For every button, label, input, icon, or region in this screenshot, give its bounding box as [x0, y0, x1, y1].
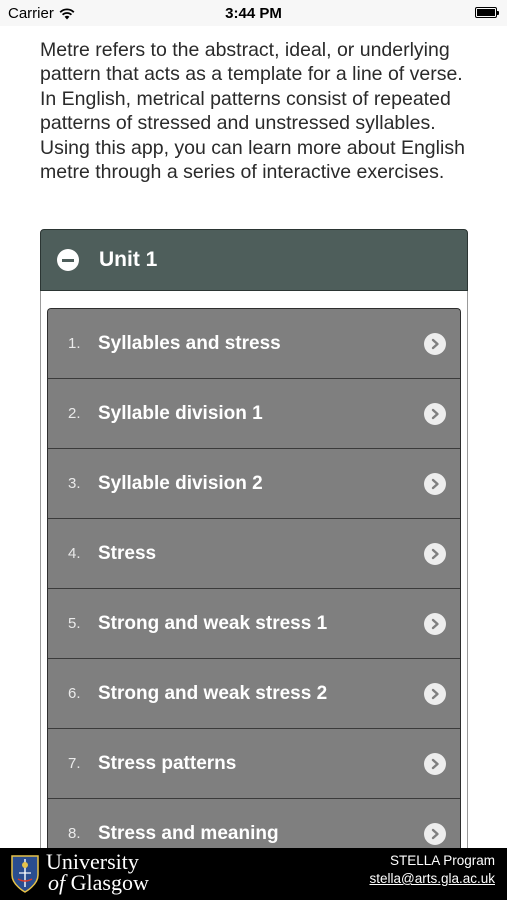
- chevron-right-icon[interactable]: [424, 542, 446, 565]
- lesson-item-8[interactable]: 8. Stress and meaning: [48, 799, 460, 848]
- chevron-right-icon[interactable]: [424, 472, 446, 495]
- lesson-number: 4.: [68, 545, 81, 562]
- chevron-right-icon[interactable]: [424, 752, 446, 775]
- lesson-label: Strong and weak stress 1: [98, 612, 328, 634]
- lesson-item-1[interactable]: 1. Syllables and stress: [48, 309, 460, 379]
- chevron-right-icon[interactable]: [424, 402, 446, 425]
- lesson-label: Strong and weak stress 2: [98, 682, 328, 704]
- lesson-number: 3.: [68, 475, 81, 492]
- status-time: 3:44 PM: [225, 5, 282, 22]
- lesson-item-4[interactable]: 4. Stress: [48, 519, 460, 589]
- intro-text: Metre refers to the abstract, ideal, or …: [40, 39, 465, 184]
- unit-title: Unit 1: [99, 248, 158, 271]
- lesson-label: Stress patterns: [98, 752, 237, 774]
- chevron-right-icon[interactable]: [424, 332, 446, 355]
- lesson-list: 1. Syllables and stress 2. Syllable divisio…: [47, 308, 461, 848]
- lesson-label: Syllables and stress: [98, 332, 281, 354]
- program-name: STELLA Program: [389, 853, 495, 868]
- lesson-number: 7.: [68, 755, 81, 772]
- footer: University of Glasgow STELLA Program ste…: [0, 848, 507, 900]
- lesson-item-5[interactable]: 5. Strong and weak stress 1: [48, 589, 460, 659]
- lesson-number: 8.: [68, 825, 81, 842]
- lesson-number: 1.: [68, 335, 81, 352]
- university-glasgow: Glasgow: [70, 870, 149, 895]
- lesson-number: 5.: [68, 615, 81, 632]
- university-logo-text: University of Glasgow: [46, 849, 149, 895]
- unit-1-header[interactable]: Unit 1: [40, 229, 468, 291]
- university-line1: University: [46, 849, 139, 874]
- chevron-right-icon[interactable]: [424, 612, 446, 635]
- lesson-label: Syllable division 2: [98, 472, 263, 494]
- minus-circle-icon[interactable]: [57, 249, 79, 271]
- chevron-right-icon[interactable]: [424, 682, 446, 705]
- lesson-label: Stress: [98, 542, 157, 564]
- status-bar: Carrier 3:44 PM: [0, 0, 507, 26]
- lesson-item-3[interactable]: 3. Syllable division 2: [48, 449, 460, 519]
- contact-info: STELLA Program stella@arts.gla.ac.uk: [369, 852, 495, 888]
- lesson-item-7[interactable]: 7. Stress patterns: [48, 729, 460, 799]
- university-line2: of Glasgow: [46, 870, 149, 895]
- lesson-label: Stress and meaning: [98, 822, 279, 844]
- university-crest-icon: [11, 855, 39, 893]
- lesson-item-6[interactable]: 6. Strong and weak stress 2: [48, 659, 460, 729]
- lesson-number: 2.: [68, 405, 81, 422]
- lesson-number: 6.: [68, 685, 81, 702]
- lesson-item-2[interactable]: 2. Syllable division 1: [48, 379, 460, 449]
- contact-email-link[interactable]: stella@arts.gla.ac.uk: [369, 871, 495, 886]
- chevron-right-icon[interactable]: [424, 822, 446, 845]
- university-of: of: [48, 870, 66, 895]
- lesson-label: Syllable division 1: [98, 402, 263, 424]
- battery-icon: [475, 7, 499, 18]
